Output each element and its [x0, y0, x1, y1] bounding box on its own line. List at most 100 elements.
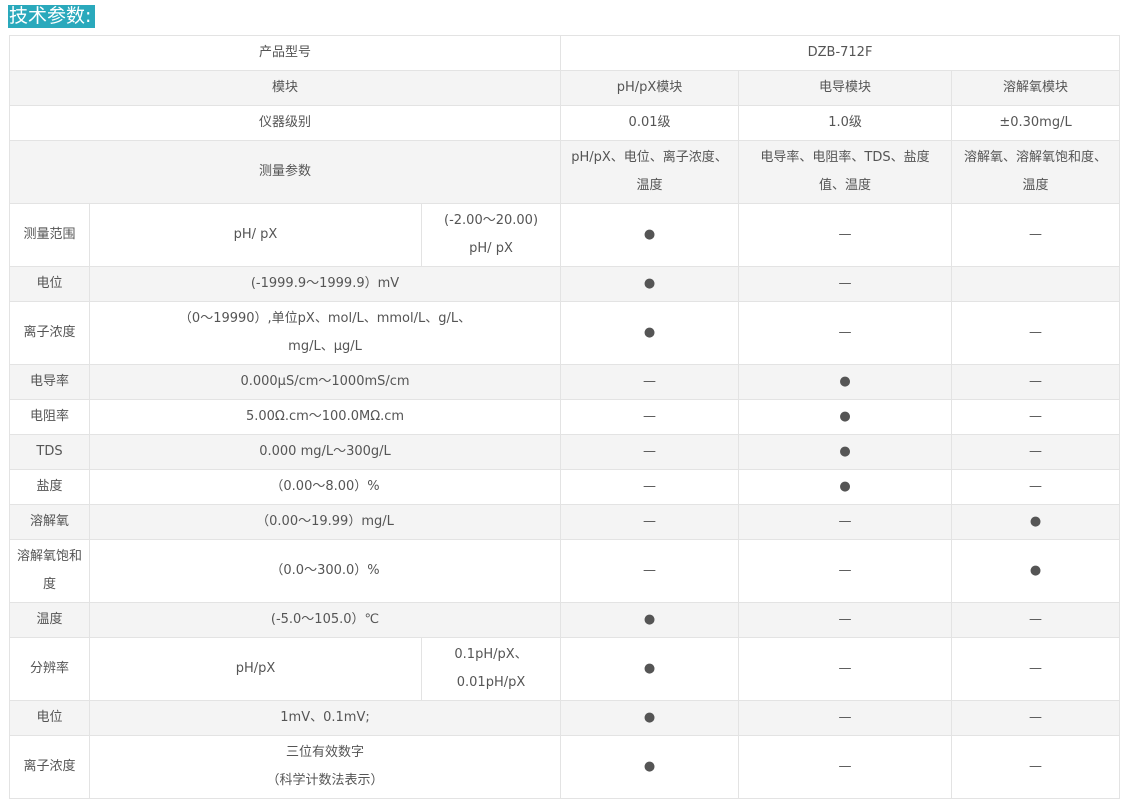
table-row: 电阻率 5.00Ω.cm～100.0MΩ.cm — ● — [9, 399, 1121, 435]
row-cell: — [951, 700, 1121, 736]
module-conductivity: 电导模块 [738, 70, 953, 106]
module-do: 溶解氧模块 [951, 70, 1121, 106]
row-cell: — [951, 364, 1121, 400]
row-cell: — [951, 434, 1121, 470]
row-cell: — [951, 301, 1121, 365]
row-cell: ● [738, 434, 953, 470]
row-label: 温度 [9, 602, 90, 638]
row-cell: ● [951, 539, 1121, 603]
spec-table: 产品型号 DZB-712F 模块 pH/pX模块 电导模块 溶解氧模块 仪器级别… [8, 35, 1121, 799]
grade-row: 仪器级别 0.01级 1.0级 ±0.30mg/L [8, 105, 1121, 141]
table-row: 分辨率 pH/pX 0.1pH/pX、 0.01pH/pX ● — — [9, 637, 1121, 701]
row-cell: 三位有效数字 （科学计数法表示） [88, 735, 562, 799]
row-cell: （0.00～8.00）% [88, 469, 562, 505]
row-cell [951, 266, 1121, 302]
table-row: 溶解氧 （0.00～19.99）mg/L — — ● [9, 504, 1121, 540]
model-row: 产品型号 DZB-712F [8, 35, 1121, 71]
grade-do: ±0.30mg/L [951, 105, 1121, 141]
params-ph: pH/pX、电位、离子浓度、 温度 [560, 140, 740, 204]
grade-label: 仪器级别 [8, 105, 562, 141]
row-cell: （0.00～19.99）mg/L [88, 504, 562, 540]
row-label: 分辨率 [9, 637, 90, 701]
table-row: 电导率 0.000μS/cm～1000mS/cm — ● — [9, 364, 1121, 400]
table-row: 溶解氧饱和 度（0.0～300.0）% — — ● [9, 539, 1121, 603]
row-cell: — [738, 539, 953, 603]
row-cell: — [560, 364, 740, 400]
row-cell: 1mV、0.1mV; [88, 700, 562, 736]
table-row: 电位 1mV、0.1mV; ● — — [9, 700, 1121, 736]
row-cell: ● [560, 301, 740, 365]
row-cell: ● [560, 266, 740, 302]
row-cell: — [738, 504, 953, 540]
model-value: DZB-712F [560, 35, 1121, 71]
table-row: 电位 (-1999.9～1999.9）mV ● — [9, 266, 1121, 302]
table-row: 离子浓度 （0～19990）,单位pX、mol/L、mmol/L、g/L、 mg/… [9, 301, 1121, 365]
row-cell: 0.000μS/cm～1000mS/cm [88, 364, 562, 400]
row-cell: — [951, 399, 1121, 435]
row-cell: — [738, 637, 953, 701]
row-cell: pH/pX [89, 637, 422, 701]
row-cell: pH/ pX [89, 203, 422, 267]
module-label: 模块 [8, 70, 562, 106]
row-cell: — [951, 735, 1121, 799]
row-cell: — [951, 469, 1121, 505]
row-label: 电位 [9, 266, 90, 302]
row-label: 测量范围 [9, 203, 90, 267]
row-cell: — [560, 434, 740, 470]
row-label: 盐度 [9, 469, 90, 505]
row-cell: — [560, 469, 740, 505]
row-cell: ● [560, 735, 740, 799]
row-cell: — [738, 266, 953, 302]
module-row: 模块 pH/pX模块 电导模块 溶解氧模块 [8, 70, 1121, 106]
row-cell: — [738, 700, 953, 736]
row-cell: (-5.0～105.0）℃ [88, 602, 562, 638]
row-cell: ● [738, 364, 953, 400]
params-row: 测量参数 pH/pX、电位、离子浓度、 温度 电导率、电阻率、TDS、盐度 值、… [8, 140, 1121, 204]
row-label: 电阻率 [9, 399, 90, 435]
row-cell: — [951, 203, 1121, 267]
row-cell: ● [560, 203, 740, 267]
row-label: 溶解氧 [9, 504, 90, 540]
row-cell: ● [738, 399, 953, 435]
row-label: 电位 [9, 700, 90, 736]
row-cell: — [738, 203, 953, 267]
row-cell: ● [560, 637, 740, 701]
row-cell: — [560, 504, 740, 540]
params-do: 溶解氧、溶解氧饱和度、 温度 [951, 140, 1121, 204]
table-row: 测量范围 pH/ pX (-2.00～20.00) pH/ pX ● — — [9, 203, 1121, 267]
params-label: 测量参数 [8, 140, 562, 204]
row-cell: 5.00Ω.cm～100.0MΩ.cm [88, 399, 562, 435]
table-row: TDS 0.000 mg/L～300g/L — ● — [9, 434, 1121, 470]
row-cell: — [560, 539, 740, 603]
table-row: 离子浓度 三位有效数字 （科学计数法表示） ● — — [9, 735, 1121, 799]
params-conductivity: 电导率、电阻率、TDS、盐度 值、温度 [738, 140, 953, 204]
row-cell: ● [951, 504, 1121, 540]
row-cell: ● [738, 469, 953, 505]
row-cell: — [951, 602, 1121, 638]
row-label: 离子浓度 [9, 735, 90, 799]
row-cell: （0～19990）,单位pX、mol/L、mmol/L、g/L、 mg/L、μg… [88, 301, 562, 365]
row-label: 电导率 [9, 364, 90, 400]
grade-conductivity: 1.0级 [738, 105, 953, 141]
row-cell: 0.1pH/pX、 0.01pH/pX [420, 637, 562, 701]
row-cell: ● [560, 700, 740, 736]
model-label: 产品型号 [8, 35, 562, 71]
module-ph: pH/pX模块 [560, 70, 740, 106]
page-heading: 技术参数: [8, 5, 96, 28]
row-label: 溶解氧饱和 度 [9, 539, 90, 603]
row-cell: — [738, 735, 953, 799]
row-cell: ● [560, 602, 740, 638]
row-cell: — [560, 399, 740, 435]
table-row: 盐度 （0.00～8.00）% — ● — [9, 469, 1121, 505]
row-cell: (-2.00～20.00) pH/ pX [420, 203, 562, 267]
table-row: 温度 (-5.0～105.0）℃ ● — — [9, 602, 1121, 638]
row-cell: — [738, 301, 953, 365]
grade-ph: 0.01级 [560, 105, 740, 141]
row-cell: (-1999.9～1999.9）mV [88, 266, 562, 302]
row-cell: — [951, 637, 1121, 701]
row-label: TDS [9, 434, 90, 470]
row-label: 离子浓度 [9, 301, 90, 365]
row-cell: （0.0～300.0）% [88, 539, 562, 603]
row-cell: 0.000 mg/L～300g/L [88, 434, 562, 470]
row-cell: — [738, 602, 953, 638]
